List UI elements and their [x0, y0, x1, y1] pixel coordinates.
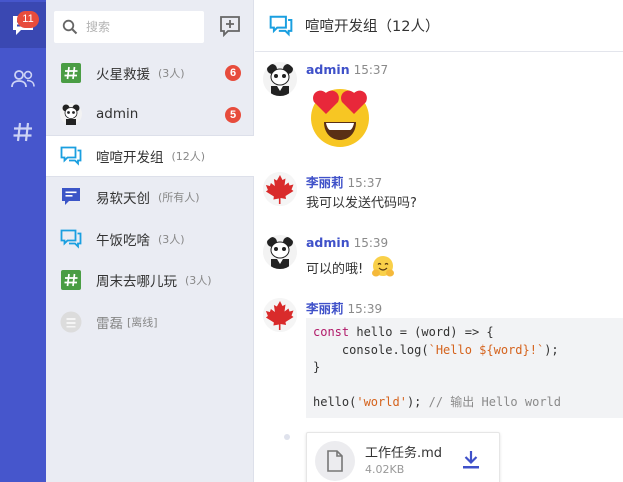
session-item[interactable]: 火星救援 (3人) 6 — [46, 52, 254, 94]
code-comment: // 输出 Hello world — [428, 395, 561, 409]
message-dot — [284, 434, 290, 440]
code-string: `Hello ${word}!` — [428, 342, 545, 357]
app-nav-rail: 11 — [0, 0, 46, 482]
session-name: 午饭吃啥 — [96, 232, 150, 249]
session-item[interactable]: 雷磊 [离线] — [46, 301, 254, 343]
file-card[interactable]: 工作任务.md 4.02KB — [306, 432, 500, 482]
author-name[interactable]: 李丽莉 — [306, 175, 344, 190]
message-author: 李丽莉 15:39 — [306, 298, 382, 317]
code-text: hello( — [313, 395, 357, 409]
message-author: 李丽莉 15:37 — [306, 172, 382, 191]
session-name: 周末去哪儿玩 — [96, 274, 177, 291]
search-icon — [62, 19, 78, 35]
contacts-icon — [11, 70, 35, 88]
maple-leaf-avatar[interactable] — [263, 298, 297, 332]
search-input[interactable] — [86, 20, 196, 34]
session-item-active[interactable]: 喧喧开发组 (12人) — [46, 135, 254, 177]
session-item[interactable]: 午饭吃啥 (3人) — [46, 218, 254, 260]
file-name: 工作任务.md — [365, 446, 443, 461]
hashtag-icon — [60, 62, 82, 84]
panda-avatar — [60, 103, 82, 126]
session-name: 喧喧开发组 — [96, 149, 164, 166]
chats-nav-button[interactable]: 11 — [0, 2, 46, 48]
code-text: ); — [544, 342, 559, 357]
message-list: admin 15:37 李丽莉 15:37 我可以发送代码吗? admin 15… — [255, 52, 623, 482]
code-block: const hello = (word) => { console.log(`H… — [306, 318, 623, 418]
code-text: } — [313, 360, 321, 374]
unread-badge: 11 — [17, 11, 39, 28]
author-name[interactable]: admin — [306, 235, 350, 250]
session-member-count: (3人) — [158, 232, 185, 246]
session-item[interactable]: admin 5 — [46, 94, 254, 136]
code-keyword: const — [313, 325, 350, 339]
maple-leaf-avatar[interactable] — [263, 172, 297, 206]
session-member-count: (12人) — [171, 149, 206, 163]
message-time: 15:37 — [347, 176, 383, 190]
chat-pane: 喧喧开发组（12人） admin 15:37 李丽莉 15:37 我可以发送代码… — [255, 0, 623, 482]
session-name: 火星救援 — [96, 66, 150, 83]
hashtag-icon — [13, 122, 32, 142]
session-member-count: (3人) — [158, 66, 185, 80]
search-bar — [46, 0, 254, 52]
code-string: 'world' — [356, 395, 407, 409]
download-button[interactable] — [459, 448, 483, 472]
add-chat-icon — [220, 16, 240, 37]
contacts-nav-button[interactable] — [0, 56, 46, 102]
unread-badge: 6 — [225, 65, 241, 81]
file-size: 4.02KB — [365, 463, 405, 476]
search-box[interactable] — [54, 11, 204, 43]
chat-header: 喧喧开发组（12人） — [255, 0, 623, 52]
session-name: 易软天创 — [96, 191, 150, 208]
notice-icon — [60, 186, 82, 208]
message-time: 15:37 — [353, 63, 389, 77]
message-text-content: 可以的哦! — [306, 261, 364, 277]
message-text: 可以的哦! — [306, 255, 395, 279]
group-chat-icon — [60, 145, 82, 167]
author-name[interactable]: 李丽莉 — [306, 301, 344, 316]
author-name[interactable]: admin — [306, 62, 350, 77]
session-member-count: (3人) — [185, 274, 212, 288]
message-author: admin 15:39 — [306, 235, 388, 250]
hug-emoji — [372, 256, 395, 277]
channels-nav-button[interactable] — [0, 109, 46, 155]
panda-avatar[interactable] — [263, 62, 297, 96]
session-name: 雷磊 — [96, 315, 123, 332]
document-icon — [315, 441, 355, 481]
offline-user-icon — [60, 311, 82, 333]
code-text: hello = (word) => { — [349, 325, 494, 339]
session-list: 火星救援 (3人) 6 admin 5 喧喧开发组 (12人) 易软天创 (所有… — [46, 52, 254, 343]
unread-badge: 5 — [225, 106, 241, 123]
message-time: 15:39 — [353, 236, 389, 250]
message-author: admin 15:37 — [306, 62, 388, 77]
hashtag-icon — [60, 269, 82, 291]
chat-title: 喧喧开发组（12人） — [305, 19, 440, 35]
code-text: ); — [406, 395, 429, 409]
code-text: console.log( — [313, 342, 429, 357]
new-chat-button[interactable] — [218, 14, 242, 38]
message-text: 我可以发送代码吗? — [306, 196, 417, 211]
session-name: admin — [96, 106, 139, 123]
session-item[interactable]: 周末去哪儿玩 (3人) — [46, 260, 254, 302]
group-chat-icon — [269, 15, 293, 37]
panda-avatar[interactable] — [263, 235, 297, 269]
session-member-count: (所有人) — [158, 191, 200, 205]
group-chat-icon — [60, 228, 82, 250]
session-status: [离线] — [127, 315, 158, 329]
message-time: 15:39 — [347, 302, 383, 316]
session-list-panel: 火星救援 (3人) 6 admin 5 喧喧开发组 (12人) 易软天创 — [46, 0, 254, 482]
download-icon — [463, 451, 479, 469]
heart-eyes-emoji — [306, 84, 374, 152]
session-item[interactable]: 易软天创 (所有人) — [46, 177, 254, 219]
